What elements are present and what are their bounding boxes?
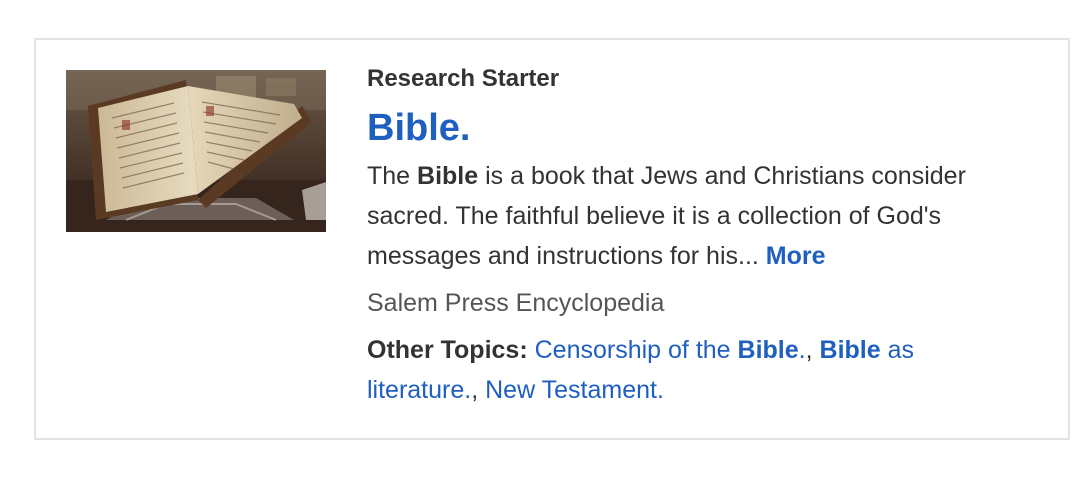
result-title-link[interactable]: Bible. [367,106,470,150]
result-content: Research Starter Bible. The Bible is a b… [367,62,1057,410]
topic-link-new-testament[interactable]: New Testament. [485,376,664,404]
open-book-icon [66,70,326,232]
more-link[interactable]: More [766,242,826,270]
abstract-term: Bible [417,162,479,190]
abstract-lead: The [367,162,418,190]
research-starter-card: Research Starter Bible. The Bible is a b… [34,38,1070,440]
other-topics: Other Topics: Censorship of the Bible., … [367,330,1007,410]
result-source: Salem Press Encyclopedia [367,289,665,317]
topic-link-censorship[interactable]: Censorship of the Bible. [535,336,806,364]
result-abstract: The Bible is a book that Jews and Christ… [367,156,1027,276]
other-topics-label: Other Topics: [367,336,528,364]
open-book-image[interactable] [66,70,326,232]
topic-separator: , [471,376,486,404]
result-type-label: Research Starter [367,65,560,92]
topic-separator: , [805,336,820,364]
